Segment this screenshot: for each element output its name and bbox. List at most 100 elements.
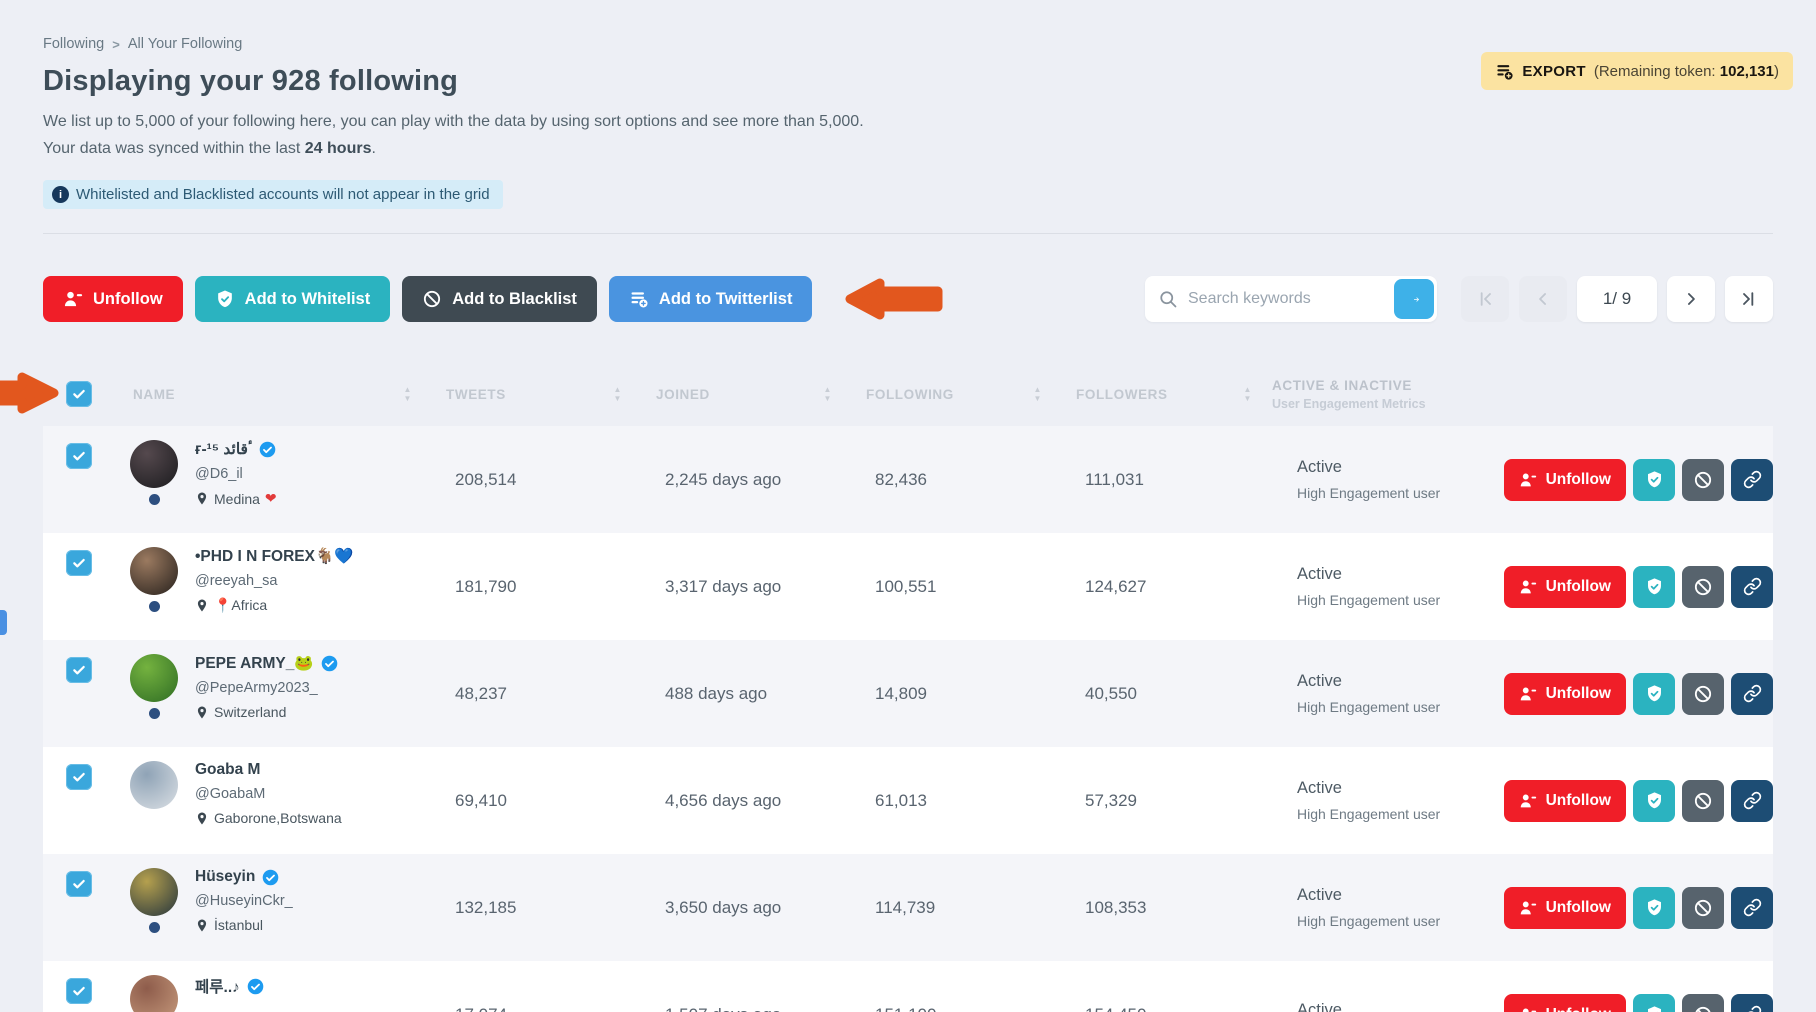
status-label: Active	[1297, 779, 1490, 798]
row-whitelist-button[interactable]	[1633, 994, 1675, 1012]
row-unfollow-button[interactable]: Unfollow	[1504, 566, 1626, 608]
list-add-icon	[629, 289, 649, 309]
row-checkbox-cell	[43, 426, 107, 533]
row-profile-link-button[interactable]	[1731, 459, 1773, 501]
user-cell: •PHD I N FOREX🐐💙 @reeyah_sa 📍Africa	[107, 533, 432, 640]
row-unfollow-button[interactable]: Unfollow	[1504, 780, 1626, 822]
row-unfollow-button[interactable]: Unfollow	[1504, 673, 1626, 715]
page-description: We list up to 5,000 of your following he…	[43, 108, 1773, 135]
row-blacklist-button[interactable]	[1682, 673, 1724, 715]
avatar[interactable]	[130, 975, 178, 1012]
pagination-first-button[interactable]	[1461, 276, 1509, 322]
status-cell: Active High Engagement user	[1272, 533, 1490, 640]
sort-following-control[interactable]: ▲▼	[1033, 386, 1042, 402]
row-checkbox[interactable]	[66, 871, 92, 897]
shield-check-icon	[1645, 1005, 1664, 1012]
status-label: Active	[1297, 458, 1490, 477]
unfollow-button[interactable]: Unfollow	[43, 276, 183, 322]
header-joined: JOINED ▲▼	[642, 386, 852, 402]
sort-name-control[interactable]: ▲▼	[403, 386, 412, 402]
row-whitelist-button[interactable]	[1633, 780, 1675, 822]
row-profile-link-button[interactable]	[1731, 887, 1773, 929]
sort-joined-control[interactable]: ▲▼	[823, 386, 832, 402]
row-blacklist-button[interactable]	[1682, 994, 1724, 1012]
row-whitelist-button[interactable]	[1633, 673, 1675, 715]
row-unfollow-button[interactable]: Unfollow	[1504, 887, 1626, 929]
verified-badge	[262, 869, 279, 886]
followers-cell: 111,031	[1062, 426, 1272, 533]
row-whitelist-button[interactable]	[1633, 887, 1675, 929]
link-icon	[1743, 791, 1762, 810]
person-minus-icon	[1519, 578, 1537, 596]
engagement-label: High Engagement user	[1297, 806, 1490, 822]
select-all-checkbox[interactable]	[66, 381, 92, 407]
avatar[interactable]	[130, 761, 178, 809]
row-blacklist-button[interactable]	[1682, 566, 1724, 608]
user-cell: Goaba M @GoabaM Gaborone,Botswana	[107, 747, 432, 854]
add-to-twitterlist-button[interactable]: Add to Twitterlist	[609, 276, 813, 322]
row-blacklist-button[interactable]	[1682, 887, 1724, 929]
ban-icon	[1693, 470, 1713, 490]
following-cell: 114,739	[852, 854, 1062, 961]
status-cell: Active	[1272, 961, 1490, 1012]
row-unfollow-button[interactable]: Unfollow	[1504, 994, 1626, 1012]
ban-icon	[1693, 791, 1713, 811]
shield-check-icon	[1645, 898, 1664, 917]
pagination-prev-button[interactable]	[1519, 276, 1567, 322]
avatar[interactable]	[130, 440, 178, 488]
avatar[interactable]	[130, 547, 178, 595]
following-cell: 151,100	[852, 961, 1062, 1012]
row-unfollow-button[interactable]: Unfollow	[1504, 459, 1626, 501]
row-profile-link-button[interactable]	[1731, 673, 1773, 715]
breadcrumb-all-your-following[interactable]: All Your Following	[128, 36, 242, 52]
tweets-cell: 69,410	[432, 747, 642, 854]
row-checkbox[interactable]	[66, 443, 92, 469]
add-to-blacklist-button[interactable]: Add to Blacklist	[402, 276, 597, 322]
user-location: Switzerland	[195, 704, 338, 720]
row-profile-link-button[interactable]	[1731, 566, 1773, 608]
add-to-whitelist-button[interactable]: Add to Whitelist	[195, 276, 391, 322]
user-location: Gaborone,Botswana	[195, 810, 347, 826]
location-pin-icon	[195, 598, 209, 613]
status-label: Active	[1297, 565, 1490, 584]
avatar[interactable]	[130, 868, 178, 916]
row-checkbox-cell	[43, 961, 107, 1012]
status-label: Active	[1297, 1001, 1490, 1012]
row-blacklist-button[interactable]	[1682, 459, 1724, 501]
following-cell: 61,013	[852, 747, 1062, 854]
row-checkbox[interactable]	[66, 550, 92, 576]
pagination-last-button[interactable]	[1725, 276, 1773, 322]
followers-cell: 124,627	[1062, 533, 1272, 640]
ban-icon	[1693, 577, 1713, 597]
blacklist-label: Add to Blacklist	[452, 290, 577, 309]
person-minus-icon	[1519, 899, 1537, 917]
user-handle: @HuseyinCkr_	[195, 893, 293, 909]
row-blacklist-button[interactable]	[1682, 780, 1724, 822]
row-profile-link-button[interactable]	[1731, 780, 1773, 822]
location-pin-icon	[195, 811, 209, 826]
row-checkbox[interactable]	[66, 764, 92, 790]
row-whitelist-button[interactable]	[1633, 566, 1675, 608]
shield-check-icon	[215, 289, 235, 309]
avatar[interactable]	[130, 654, 178, 702]
row-checkbox[interactable]	[66, 978, 92, 1004]
row-whitelist-button[interactable]	[1633, 459, 1675, 501]
pagination-next-button[interactable]	[1667, 276, 1715, 322]
search-submit-button[interactable]	[1394, 279, 1434, 319]
export-button[interactable]: EXPORT (Remaining token: 102,131)	[1481, 52, 1793, 90]
row-profile-link-button[interactable]	[1731, 994, 1773, 1012]
header-name: NAME ▲▼	[107, 386, 432, 402]
sort-tweets-control[interactable]: ▲▼	[613, 386, 622, 402]
toolbar: Unfollow Add to Whitelist Add to Blackli…	[43, 270, 1773, 328]
header-following: FOLLOWING ▲▼	[852, 386, 1062, 402]
info-icon: i	[52, 186, 69, 203]
row-checkbox-cell	[43, 533, 107, 640]
breadcrumb-following[interactable]: Following	[43, 36, 104, 52]
user-name: PEPE ARMY_🐸	[195, 654, 314, 673]
user-name: 페루..♪	[195, 975, 240, 997]
sort-followers-control[interactable]: ▲▼	[1243, 386, 1252, 402]
verified-badge	[321, 655, 338, 672]
user-name: ғ-¹⁵ ٴقائد	[195, 440, 252, 459]
row-checkbox[interactable]	[66, 657, 92, 683]
row-actions: Unfollow	[1490, 533, 1773, 640]
